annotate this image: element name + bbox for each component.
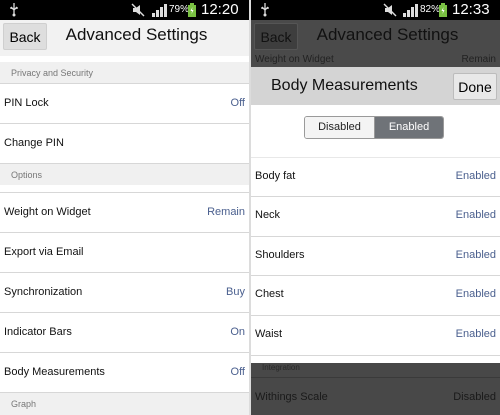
row-value: Enabled [455, 170, 496, 182]
dimmed-row-value: Remain [461, 54, 496, 65]
measurement-row-waist[interactable]: Waist Enabled [251, 315, 500, 355]
usb-icon [10, 3, 18, 17]
row-label: Export via Email [4, 246, 84, 258]
status-bar: 79% 12:20 [0, 0, 249, 20]
dimmed-separator [251, 377, 500, 378]
mute-icon [131, 3, 145, 17]
page-title: Advanced Settings [65, 25, 208, 44]
row-label: Change PIN [4, 137, 64, 149]
row-label: Body fat [255, 170, 296, 182]
advanced-settings-screen: 79% 12:20 Back Advanced Settings Privacy… [0, 0, 249, 415]
measurement-row-neck[interactable]: Neck Enabled [251, 196, 500, 236]
row-value: Off [230, 97, 245, 109]
status-bar: 82% 12:33 [251, 0, 500, 20]
page-title: Advanced Settings [316, 25, 459, 44]
dialog-title: Body Measurements [271, 77, 418, 94]
row-value: Enabled [455, 249, 496, 261]
row-label: Body Measurements [4, 366, 105, 378]
dimmed-section-header: Integration [262, 363, 300, 372]
row-label: PIN Lock [4, 97, 49, 109]
mute-icon [383, 3, 397, 17]
row-change-pin[interactable]: Change PIN [0, 123, 249, 163]
dimmed-row-label: Weight on Widget [255, 54, 334, 65]
row-value: Remain [207, 206, 245, 218]
section-header-graph: Graph [0, 392, 249, 415]
row-label: Neck [255, 209, 281, 221]
battery-icon [188, 3, 196, 17]
toggle-enabled-option[interactable]: Enabled [374, 117, 443, 138]
enable-toggle: Disabled Enabled [304, 116, 444, 139]
row-label: Synchronization [4, 286, 83, 298]
row-indicator-bars[interactable]: Indicator Bars On [0, 312, 249, 352]
usb-icon [261, 3, 269, 17]
row-pin-lock[interactable]: PIN Lock Off [0, 83, 249, 123]
battery-icon [439, 3, 447, 17]
body-measurements-dialog-screen: 82% 12:33 Back Advanced Settings Weight … [251, 0, 500, 415]
done-button[interactable]: Done [453, 73, 497, 100]
row-value: Enabled [455, 328, 496, 340]
row-export-via-email[interactable]: Export via Email [0, 232, 249, 272]
row-label: Indicator Bars [4, 326, 72, 338]
row-value: Enabled [455, 288, 496, 300]
row-body-measurements[interactable]: Body Measurements Off [0, 352, 249, 392]
row-label: Chest [255, 288, 284, 300]
row-value: Buy [226, 286, 245, 298]
dimmed-row-value: Disabled [453, 391, 496, 403]
measurement-row-shoulders[interactable]: Shoulders Enabled [251, 236, 500, 276]
clock: 12:33 [452, 1, 490, 18]
signal-icon [403, 4, 418, 17]
row-value: Off [230, 366, 245, 378]
clock: 12:20 [201, 1, 239, 18]
dimmed-row-label: Withings Scale [255, 391, 328, 403]
battery-percent: 79% [169, 4, 190, 15]
row-value: Enabled [455, 209, 496, 221]
row-label: Waist [255, 328, 283, 340]
row-label: Weight on Widget [4, 206, 91, 218]
section-header-options: Options [0, 163, 249, 185]
measurement-row-chest[interactable]: Chest Enabled [251, 275, 500, 315]
toggle-disabled-option[interactable]: Disabled [305, 117, 374, 138]
section-header-privacy: Privacy and Security [0, 62, 249, 84]
row-value: On [230, 326, 245, 338]
measurement-row-body-fat[interactable]: Body fat Enabled [251, 157, 500, 197]
row-weight-on-widget[interactable]: Weight on Widget Remain [0, 192, 249, 232]
signal-icon [152, 4, 167, 17]
dialog-footer [251, 355, 500, 363]
battery-percent: 82% [420, 4, 441, 15]
row-synchronization[interactable]: Synchronization Buy [0, 272, 249, 312]
row-label: Shoulders [255, 249, 305, 261]
